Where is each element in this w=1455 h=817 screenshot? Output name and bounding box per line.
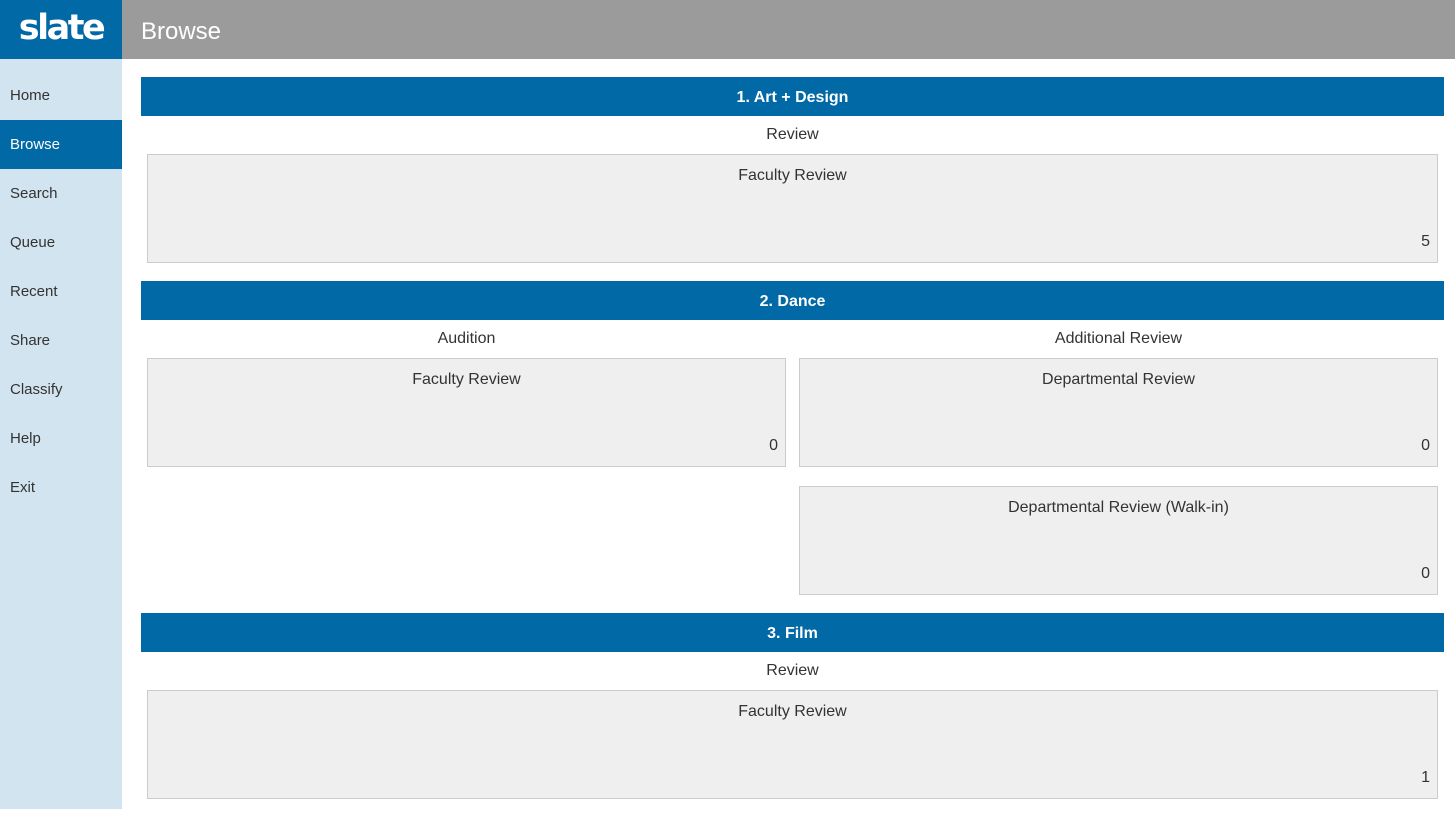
section-header: 2. Dance <box>141 281 1444 320</box>
bin-title: Departmental Review <box>1042 371 1195 388</box>
column-label: Review <box>766 126 819 143</box>
bin-card[interactable]: Faculty Review 1 <box>147 690 1438 799</box>
bin-title: Departmental Review (Walk-in) <box>1008 499 1229 516</box>
section-header: 1. Art + Design <box>141 77 1444 116</box>
bin-count: 0 <box>1421 565 1430 582</box>
column: Additional Review Departmental Review 0 … <box>799 320 1438 595</box>
section-columns: Review Faculty Review 1 <box>141 652 1444 799</box>
bin-title: Faculty Review <box>738 703 847 720</box>
column-label: Additional Review <box>1054 330 1183 347</box>
sidebar-item-browse[interactable]: Browse <box>0 120 122 169</box>
column-label: Review <box>766 662 819 679</box>
bin-card[interactable]: Faculty Review 0 <box>147 358 786 467</box>
section-header: 3. Film <box>141 613 1444 652</box>
column: Review Faculty Review 1 <box>147 652 1438 799</box>
sidebar: slate Home Browse Search Queue Recent Sh… <box>0 0 122 809</box>
bin-card[interactable]: Departmental Review (Walk-in) 0 <box>799 486 1438 595</box>
browse-content: 1. Art + Design Review Faculty Review 5 … <box>141 77 1444 817</box>
bin-card[interactable]: Faculty Review 5 <box>147 154 1438 263</box>
section-film: 3. Film Review Faculty Review 1 <box>141 613 1444 799</box>
page-title: Browse <box>122 0 1455 59</box>
sidebar-item-help[interactable]: Help <box>0 414 122 463</box>
bin-count: 1 <box>1421 769 1430 786</box>
sidebar-nav: Home Browse Search Queue Recent Share Cl… <box>0 71 122 512</box>
sidebar-item-home[interactable]: Home <box>0 71 122 120</box>
bin-title: Faculty Review <box>412 371 521 388</box>
slate-logo[interactable]: slate <box>0 0 122 59</box>
section-dance: 2. Dance Audition Faculty Review 0 Addit… <box>141 281 1444 595</box>
section-columns: Review Faculty Review 5 <box>141 116 1444 263</box>
column: Audition Faculty Review 0 <box>147 320 786 595</box>
section-art-design: 1. Art + Design Review Faculty Review 5 <box>141 77 1444 263</box>
bin-title: Faculty Review <box>738 167 847 184</box>
section-columns: Audition Faculty Review 0 Additional Rev… <box>141 320 1444 595</box>
bin-card[interactable]: Departmental Review 0 <box>799 358 1438 467</box>
column-label: Audition <box>437 330 496 347</box>
sidebar-item-search[interactable]: Search <box>0 169 122 218</box>
sidebar-item-exit[interactable]: Exit <box>0 463 122 512</box>
sidebar-item-recent[interactable]: Recent <box>0 267 122 316</box>
bin-count: 0 <box>769 437 778 454</box>
column: Review Faculty Review 5 <box>147 116 1438 263</box>
bin-count: 5 <box>1421 233 1430 250</box>
sidebar-item-classify[interactable]: Classify <box>0 365 122 414</box>
bin-count: 0 <box>1421 437 1430 454</box>
sidebar-item-share[interactable]: Share <box>0 316 122 365</box>
sidebar-item-queue[interactable]: Queue <box>0 218 122 267</box>
